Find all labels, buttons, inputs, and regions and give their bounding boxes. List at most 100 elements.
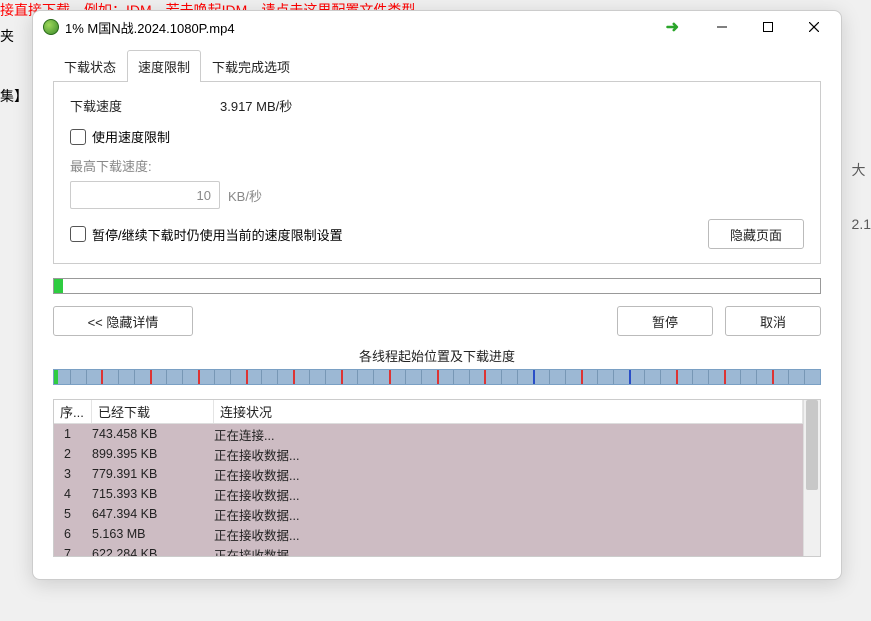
- segment-tick: [86, 370, 87, 384]
- segment-tick: [692, 370, 693, 384]
- segment-mark: [484, 370, 486, 384]
- cell-index: 1: [54, 427, 92, 441]
- titlebar[interactable]: 1% M国N战.2024.1080P.mp4 ➜: [33, 11, 841, 43]
- cell-downloaded: 715.393 KB: [92, 487, 214, 501]
- cell-index: 6: [54, 527, 92, 541]
- segment-mark: [54, 370, 58, 384]
- cell-status: 正在接收数据...: [214, 485, 797, 504]
- table-scrollbar[interactable]: [803, 400, 820, 556]
- cell-downloaded: 743.458 KB: [92, 427, 214, 441]
- pause-button[interactable]: 暂停: [617, 306, 713, 336]
- bg-left-1: 夹: [0, 26, 28, 46]
- table-row[interactable]: 3779.391 KB正在接收数据...: [54, 464, 803, 484]
- threads-table: 序... 已经下载 连接状况 1743.458 KB正在连接...2899.39…: [53, 399, 821, 557]
- segments-bar: [53, 369, 821, 385]
- segment-tick: [373, 370, 374, 384]
- segment-tick: [469, 370, 470, 384]
- cell-downloaded: 5.163 MB: [92, 527, 214, 541]
- cell-index: 3: [54, 467, 92, 481]
- max-speed-input[interactable]: 10: [70, 181, 220, 209]
- table-row[interactable]: 1743.458 KB正在连接...: [54, 424, 803, 444]
- cell-index: 2: [54, 447, 92, 461]
- cancel-button[interactable]: 取消: [725, 306, 821, 336]
- tabs: 下载状态 速度限制 下载完成选项: [53, 49, 821, 82]
- tab-speed-limit[interactable]: 速度限制: [127, 50, 201, 82]
- segment-tick: [70, 370, 71, 384]
- segment-tick: [421, 370, 422, 384]
- segment-mark: [101, 370, 103, 384]
- use-speed-limit-checkbox[interactable]: [70, 129, 86, 145]
- scrollbar-thumb[interactable]: [806, 400, 818, 490]
- table-row[interactable]: 7622.284 KB正在接收数据: [54, 544, 803, 556]
- cell-index: 7: [54, 547, 92, 556]
- table-row[interactable]: 2899.395 KB正在接收数据...: [54, 444, 803, 464]
- segment-tick: [756, 370, 757, 384]
- segment-tick: [277, 370, 278, 384]
- segment-mark: [581, 370, 583, 384]
- max-speed-label: 最高下载速度:: [70, 156, 804, 175]
- minimize-button[interactable]: [699, 12, 745, 42]
- segment-mark: [150, 370, 152, 384]
- download-speed-label: 下载速度: [70, 96, 220, 115]
- segment-tick: [405, 370, 406, 384]
- maximize-button[interactable]: [745, 12, 791, 42]
- segment-tick: [517, 370, 518, 384]
- col-index[interactable]: 序...: [54, 400, 92, 423]
- keep-limit-on-resume-checkbox[interactable]: [70, 226, 86, 242]
- segment-tick: [597, 370, 598, 384]
- segment-mark: [246, 370, 248, 384]
- segment-mark: [772, 370, 774, 384]
- segment-tick: [804, 370, 805, 384]
- tab-status[interactable]: 下载状态: [53, 50, 127, 82]
- cell-index: 4: [54, 487, 92, 501]
- segment-tick: [325, 370, 326, 384]
- segment-mark: [676, 370, 678, 384]
- hide-details-button[interactable]: << 隐藏详情: [53, 306, 193, 336]
- segment-mark: [198, 370, 200, 384]
- segment-mark: [437, 370, 439, 384]
- progress-fill: [54, 279, 63, 293]
- segment-tick: [788, 370, 789, 384]
- segment-tick: [660, 370, 661, 384]
- download-arrow-icon: ➜: [666, 17, 679, 37]
- segment-tick: [261, 370, 262, 384]
- cell-status: 正在接收数据: [214, 545, 797, 557]
- cell-status: 正在连接...: [214, 425, 797, 444]
- table-row[interactable]: 4715.393 KB正在接收数据...: [54, 484, 803, 504]
- cell-status: 正在接收数据...: [214, 465, 797, 484]
- speed-limit-panel: 下载速度 3.917 MB/秒 使用速度限制 最高下载速度: 10 KB/秒 暂…: [53, 82, 821, 264]
- download-dialog: 1% M国N战.2024.1080P.mp4 ➜ 下载状态 速度限制 下载完成选…: [32, 10, 842, 580]
- segment-tick: [230, 370, 231, 384]
- cell-downloaded: 899.395 KB: [92, 447, 214, 461]
- segment-tick: [549, 370, 550, 384]
- col-status[interactable]: 连接状况: [214, 400, 803, 423]
- segment-mark: [533, 370, 535, 384]
- keep-limit-on-resume-label: 暂停/继续下载时仍使用当前的速度限制设置: [92, 225, 343, 244]
- segment-tick: [134, 370, 135, 384]
- cell-status: 正在接收数据...: [214, 505, 797, 524]
- cell-index: 5: [54, 507, 92, 521]
- segment-tick: [166, 370, 167, 384]
- table-row[interactable]: 5647.394 KB正在接收数据...: [54, 504, 803, 524]
- hide-page-button[interactable]: 隐藏页面: [708, 219, 804, 249]
- cell-status: 正在接收数据...: [214, 525, 797, 544]
- idm-app-icon: [43, 19, 59, 35]
- tab-on-complete[interactable]: 下载完成选项: [201, 50, 301, 82]
- table-row[interactable]: 65.163 MB正在接收数据...: [54, 524, 803, 544]
- segment-tick: [501, 370, 502, 384]
- segment-tick: [453, 370, 454, 384]
- segment-tick: [214, 370, 215, 384]
- cell-status: 正在接收数据...: [214, 445, 797, 464]
- segment-mark: [341, 370, 343, 384]
- bg-right-2: 2.1: [852, 216, 871, 232]
- use-speed-limit-label: 使用速度限制: [92, 127, 170, 146]
- download-speed-value: 3.917 MB/秒: [220, 96, 292, 115]
- segment-tick: [118, 370, 119, 384]
- bg-left-2: 集】: [0, 86, 28, 106]
- close-button[interactable]: [791, 12, 837, 42]
- segment-tick: [740, 370, 741, 384]
- segment-tick: [309, 370, 310, 384]
- col-downloaded[interactable]: 已经下载: [92, 400, 214, 423]
- segment-tick: [182, 370, 183, 384]
- segments-label: 各线程起始位置及下载进度: [53, 346, 821, 365]
